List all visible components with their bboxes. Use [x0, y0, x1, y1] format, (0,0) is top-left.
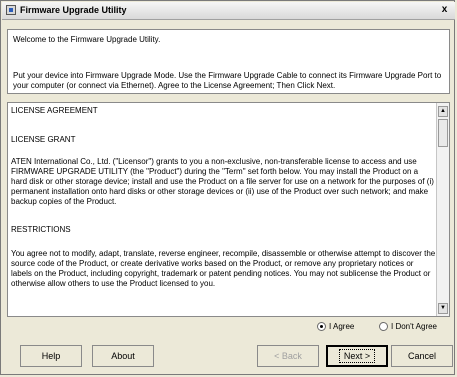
- license-grant-text: ATEN International Co., Ltd. ("Licensor"…: [11, 157, 434, 206]
- cancel-button[interactable]: Cancel: [391, 345, 453, 367]
- title-bar[interactable]: Firmware Upgrade Utility x: [2, 2, 455, 20]
- agree-radio-icon[interactable]: [317, 322, 326, 331]
- app-icon: [6, 5, 16, 15]
- disagree-radio[interactable]: I Don't Agree: [379, 322, 437, 331]
- license-grant-heading: LICENSE GRANT: [11, 135, 76, 144]
- help-button[interactable]: Help: [20, 345, 82, 367]
- firmware-upgrade-window: Firmware Upgrade Utility x Welcome to th…: [0, 0, 455, 375]
- next-button[interactable]: Next >: [326, 345, 388, 367]
- about-button[interactable]: About: [92, 345, 154, 367]
- scroll-down-icon[interactable]: ▼: [438, 303, 448, 314]
- window-title: Firmware Upgrade Utility: [20, 5, 127, 15]
- license-textbox[interactable]: LICENSE AGREEMENT LICENSE GRANT ATEN Int…: [7, 102, 450, 317]
- restrictions-heading: RESTRICTIONS: [11, 225, 71, 234]
- license-agreement-heading: LICENSE AGREEMENT: [11, 106, 98, 115]
- next-button-label: Next >: [338, 349, 376, 363]
- agree-label[interactable]: I Agree: [329, 322, 354, 331]
- instructions-text: Put your device into Firmware Upgrade Mo…: [13, 71, 442, 90]
- restrictions-text: You agree not to modify, adapt, translat…: [11, 249, 436, 288]
- intro-panel: Welcome to the Firmware Upgrade Utility.…: [7, 29, 450, 94]
- scroll-thumb[interactable]: [438, 119, 448, 147]
- license-scrollbar[interactable]: ▲ ▼: [436, 103, 449, 316]
- back-button[interactable]: < Back: [257, 345, 319, 367]
- disagree-radio-icon[interactable]: [379, 322, 388, 331]
- welcome-text: Welcome to the Firmware Upgrade Utility.: [13, 35, 161, 44]
- close-button[interactable]: x: [438, 4, 451, 16]
- license-content: LICENSE AGREEMENT LICENSE GRANT ATEN Int…: [11, 105, 436, 289]
- scroll-up-icon[interactable]: ▲: [438, 106, 448, 117]
- disagree-label[interactable]: I Don't Agree: [391, 322, 437, 331]
- agree-radio[interactable]: I Agree: [317, 322, 354, 331]
